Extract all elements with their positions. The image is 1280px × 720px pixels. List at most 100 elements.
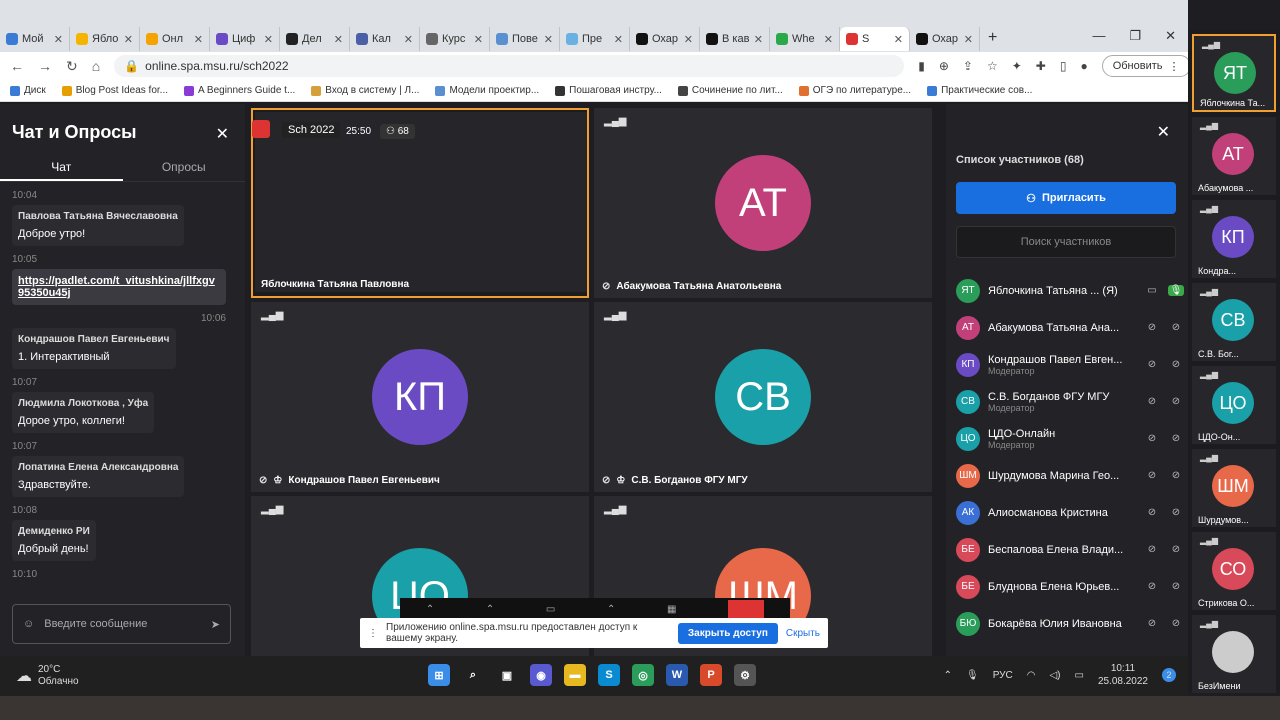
grid-icon[interactable]: ▦ <box>667 604 676 615</box>
close-tab-icon[interactable]: ✕ <box>964 33 973 46</box>
chevron-up-icon[interactable]: ⌃ <box>607 604 615 615</box>
participant-row[interactable]: БЕ Блуднова Елена Юрьев... ⊘ ⊘ <box>956 568 1184 605</box>
tab-chat[interactable]: Чат <box>0 154 123 181</box>
weather-widget[interactable]: ☁ 20°C Облачно <box>16 664 79 688</box>
participant-card[interactable]: ▂▄▆ КП Кондра... <box>1192 200 1276 278</box>
browser-tab[interactable]: Охар ✕ <box>910 27 980 51</box>
participant-row[interactable]: АТ Абакумова Татьяна Ана... ⊘ ⊘ <box>956 309 1184 346</box>
camera-off-icon[interactable]: ⊘ <box>1144 581 1160 592</box>
participant-row[interactable]: СВ С.В. Богданов ФГУ МГУ Модератор ⊘ ⊘ <box>956 383 1184 420</box>
browser-tab[interactable]: S ✕ <box>840 27 910 51</box>
language-indicator[interactable]: РУС <box>993 670 1013 681</box>
participant-card[interactable]: ▂▄▆ СВ С.В. Бог... <box>1192 283 1276 361</box>
folder-icon[interactable]: ▬ <box>564 664 586 686</box>
update-button[interactable]: Обновить ⋮ <box>1101 55 1191 77</box>
word-icon[interactable]: W <box>666 664 688 686</box>
browser-tab[interactable]: Охар ✕ <box>630 27 700 51</box>
browser-tab[interactable]: Курс ✕ <box>420 27 490 51</box>
participant-row[interactable]: ЯТ Яблочкина Татьяна ... (Я) ▭ 🎙 <box>956 272 1184 309</box>
browser-tab[interactable]: Циф ✕ <box>210 27 280 51</box>
mic-off-icon[interactable]: ⊘ <box>1168 322 1184 333</box>
send-icon[interactable]: ➤ <box>211 618 220 631</box>
participant-card[interactable]: ▂▄▆ ШМ Шурдумов... <box>1192 449 1276 527</box>
browser-tab[interactable]: Пове ✕ <box>490 27 560 51</box>
close-tab-icon[interactable]: ✕ <box>124 33 133 46</box>
leave-icon[interactable] <box>728 600 765 618</box>
browser-tab[interactable]: Ябло ✕ <box>70 27 140 51</box>
bookmark-item[interactable]: Практические сов... <box>927 85 1032 96</box>
mic-off-icon[interactable]: ⊘ <box>1168 581 1184 592</box>
bookmark-item[interactable]: Диск <box>10 85 46 96</box>
close-tab-icon[interactable]: ✕ <box>334 33 343 46</box>
mic-off-icon[interactable]: ⊘ <box>1168 433 1184 444</box>
mic-off-icon[interactable]: ⊘ <box>1168 544 1184 555</box>
browser-tab[interactable]: Дел ✕ <box>280 27 350 51</box>
maximize-icon[interactable]: ❐ <box>1129 28 1141 44</box>
camera-off-icon[interactable]: ⊘ <box>1144 396 1160 407</box>
camera-off-icon[interactable]: ⊘ <box>1144 618 1160 629</box>
camera-off-icon[interactable]: ⊘ <box>1144 359 1160 370</box>
close-tab-icon[interactable]: ✕ <box>264 33 273 46</box>
chevron-up-icon[interactable]: ⌃ <box>944 670 952 681</box>
chat-app-icon[interactable]: ◉ <box>530 664 552 686</box>
camera-off-icon[interactable]: ⊘ <box>1144 322 1160 333</box>
participant-card[interactable]: ▂▄▆ СО Стрикова О... <box>1192 532 1276 610</box>
reload-icon[interactable]: ↻ <box>66 58 78 75</box>
close-tab-icon[interactable]: ✕ <box>54 33 63 46</box>
participant-card[interactable]: ▂▄▆ БезИмени <box>1192 615 1276 693</box>
mic-off-icon[interactable]: ⊘ <box>1168 507 1184 518</box>
browser-tab[interactable]: Онл ✕ <box>140 27 210 51</box>
browser-tab[interactable]: Whe ✕ <box>770 27 840 51</box>
video-tile[interactable]: ▂▄▆ СВ ⊘ ♔ С.В. Богданов ФГУ МГУ <box>594 302 932 492</box>
task-view-icon[interactable]: ▣ <box>496 664 518 686</box>
close-tab-icon[interactable]: ✕ <box>194 33 203 46</box>
close-chat-icon[interactable]: ✕ <box>216 124 229 144</box>
bookmark-item[interactable]: Пошаговая инстру... <box>555 85 662 96</box>
browser-tab[interactable]: Пре ✕ <box>560 27 630 51</box>
camera-off-icon[interactable]: ⊘ <box>1144 507 1160 518</box>
hide-button[interactable]: Скрыть <box>786 628 820 639</box>
participant-row[interactable]: КП Кондрашов Павел Евген... Модератор ⊘ ⊘ <box>956 346 1184 383</box>
notification-badge[interactable]: 2 <box>1162 668 1176 682</box>
participant-card[interactable]: ▂▄▆ АТ Абакумова ... <box>1192 117 1276 195</box>
close-tab-icon[interactable]: ✕ <box>614 33 623 46</box>
minimize-icon[interactable]: — <box>1092 28 1105 44</box>
wifi-icon[interactable]: ◠ <box>1027 670 1036 681</box>
bookmark-item[interactable]: ОГЭ по литературе... <box>798 85 911 96</box>
camera-off-icon[interactable]: ⊘ <box>1144 544 1160 555</box>
share-icon[interactable]: ⇪ <box>963 59 973 73</box>
mic-icon[interactable]: 🎙 <box>966 670 979 681</box>
participant-card[interactable]: ▂▄▆ ЯТ Яблочкина Та... <box>1192 34 1276 112</box>
mic-off-icon[interactable]: ⊘ <box>1168 396 1184 407</box>
participant-card[interactable]: ▂▄▆ ЦО ЦДО-Он... <box>1192 366 1276 444</box>
star-icon[interactable]: ☆ <box>987 59 998 73</box>
chevron-up-icon[interactable]: ⌃ <box>426 604 434 615</box>
close-tab-icon[interactable]: ✕ <box>404 33 413 46</box>
video-tile[interactable]: ▂▄▆ АТ ⊘ Абакумова Татьяна Анатольевна <box>594 108 932 298</box>
clock[interactable]: 10:11 25.08.2022 <box>1098 662 1148 688</box>
extension-icon[interactable]: ✦ <box>1012 59 1022 73</box>
chevron-up-icon[interactable]: ⌃ <box>486 604 494 615</box>
chrome-icon[interactable]: ◎ <box>632 664 654 686</box>
invite-button[interactable]: ⚇ Пригласить <box>956 182 1176 214</box>
forward-icon[interactable]: → <box>38 58 52 74</box>
back-icon[interactable]: ← <box>10 58 24 74</box>
participant-row[interactable]: ШМ Шурдумова Марина Гео... ⊘ ⊘ <box>956 457 1184 494</box>
camera-icon[interactable]: ▭ <box>1144 285 1160 296</box>
browser-tab[interactable]: Кал ✕ <box>350 27 420 51</box>
screen-icon[interactable]: ▭ <box>546 604 555 615</box>
battery-icon[interactable]: ▭ <box>1074 670 1083 681</box>
skype-icon[interactable]: S <box>598 664 620 686</box>
camera-off-icon[interactable]: ⊘ <box>1144 470 1160 481</box>
url-input[interactable]: 🔒 online.spa.msu.ru/sch2022 <box>114 55 905 77</box>
chat-input[interactable]: ☺ Введите сообщение ➤ <box>12 604 231 644</box>
powerpoint-icon[interactable]: P <box>700 664 722 686</box>
stop-sharing-button[interactable]: Закрыть доступ <box>677 622 778 644</box>
close-tab-icon[interactable]: ✕ <box>474 33 483 46</box>
bookmark-item[interactable]: Вход в систему | Л... <box>311 85 419 96</box>
close-tab-icon[interactable]: ✕ <box>684 33 693 46</box>
camera-icon[interactable]: ▮ <box>918 59 925 73</box>
chat-message[interactable]: https://padlet.com/t_vitushkina/jllfxgv9… <box>12 269 226 305</box>
close-tab-icon[interactable]: ✕ <box>754 33 763 46</box>
puzzle-icon[interactable]: ✚ <box>1036 59 1046 73</box>
